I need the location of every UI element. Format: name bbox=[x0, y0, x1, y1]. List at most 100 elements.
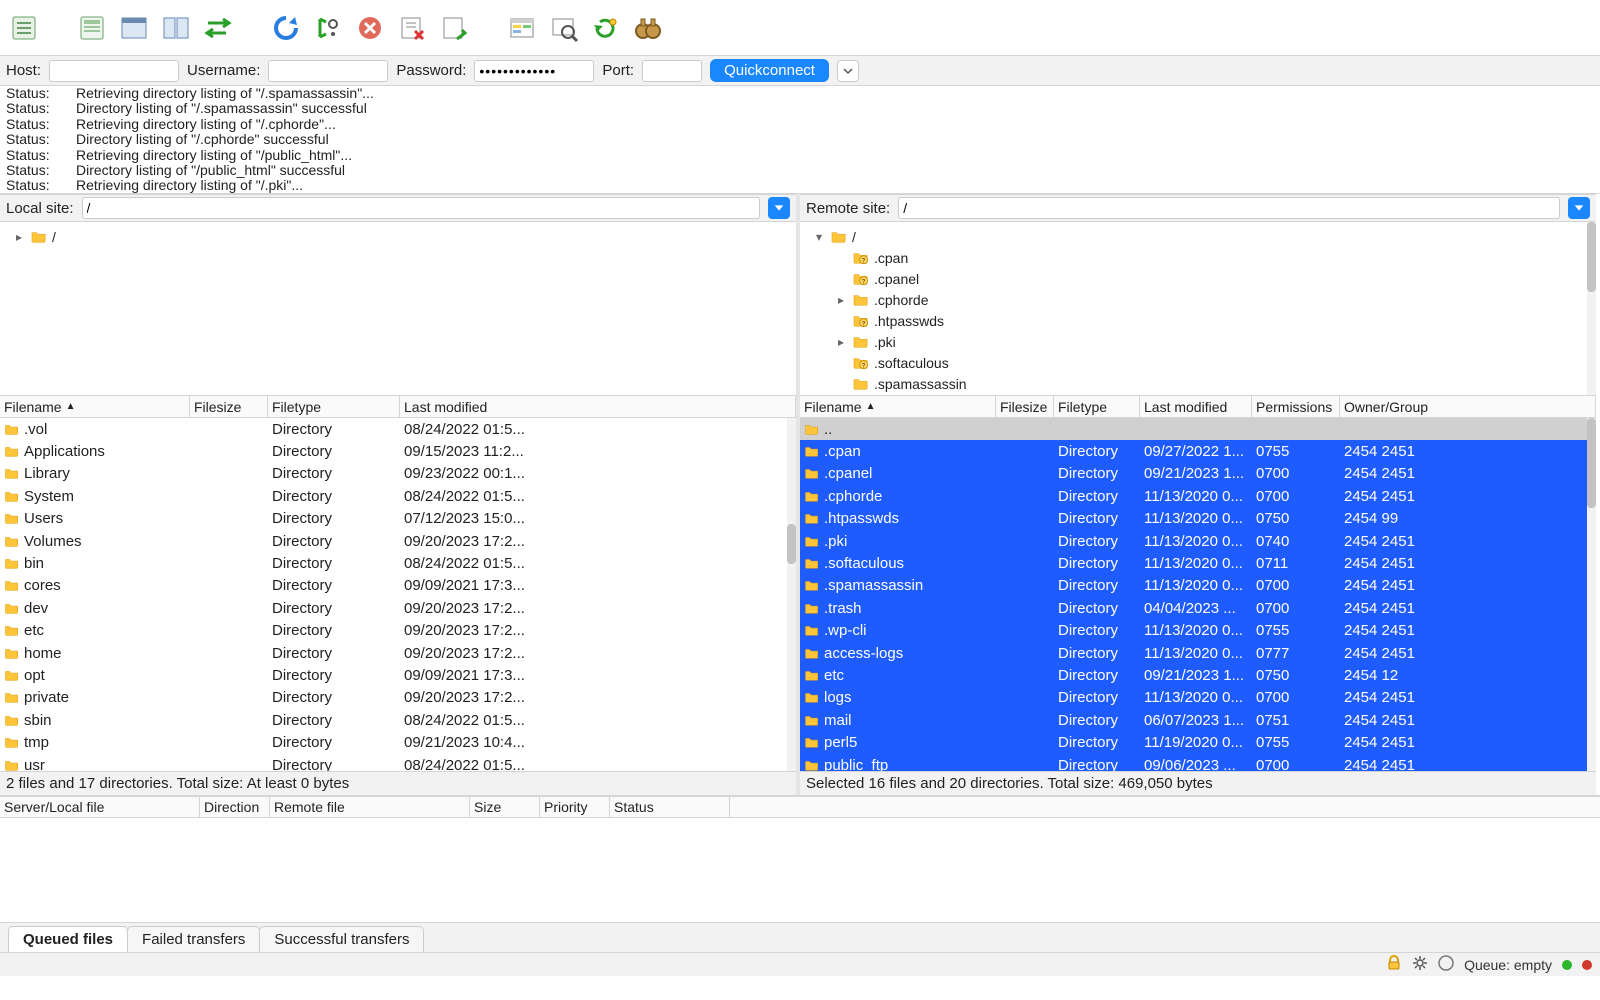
file-row[interactable]: public_ftpDirectory09/06/2023 ...0700245… bbox=[800, 754, 1596, 771]
file-row[interactable]: mailDirectory06/07/2023 1...07512454 245… bbox=[800, 709, 1596, 731]
file-row[interactable]: UsersDirectory07/12/2023 15:0... bbox=[0, 508, 796, 530]
binoculars-icon[interactable] bbox=[630, 10, 666, 46]
file-row[interactable]: devDirectory09/20/2023 17:2... bbox=[0, 597, 796, 619]
file-row[interactable]: optDirectory09/09/2021 17:3... bbox=[0, 664, 796, 686]
file-row[interactable]: perl5Directory11/19/2020 0...07552454 24… bbox=[800, 731, 1596, 753]
expand-toggle[interactable]: ▾ bbox=[812, 230, 826, 244]
password-input[interactable] bbox=[474, 60, 594, 82]
file-row[interactable]: .cpanDirectory09/27/2022 1...07552454 24… bbox=[800, 440, 1596, 462]
file-row[interactable]: .softaculousDirectory11/13/2020 0...0711… bbox=[800, 552, 1596, 574]
quickconnect-history-dropdown[interactable] bbox=[837, 60, 859, 82]
message-log[interactable]: Status:Retrieving directory listing of "… bbox=[0, 86, 1600, 194]
column-header[interactable]: Status bbox=[610, 797, 730, 817]
remote-file-list[interactable]: ...cpanDirectory09/27/2022 1...07552454 … bbox=[800, 418, 1596, 771]
file-row[interactable]: VolumesDirectory09/20/2023 17:2... bbox=[0, 530, 796, 552]
tree-item[interactable]: ▸.pki bbox=[804, 331, 1592, 352]
column-header[interactable]: Filetype bbox=[1054, 396, 1140, 417]
tree-item[interactable]: .spamassassin bbox=[804, 373, 1592, 394]
expand-toggle[interactable]: ▸ bbox=[834, 335, 848, 349]
queue-body[interactable] bbox=[0, 818, 1600, 922]
column-header[interactable]: Filetype bbox=[268, 396, 400, 417]
file-row[interactable]: .trashDirectory04/04/2023 ...07002454 24… bbox=[800, 597, 1596, 619]
reconnect-icon[interactable] bbox=[436, 10, 472, 46]
toggle-queue-icon[interactable] bbox=[200, 10, 236, 46]
column-header[interactable]: Filename▲ bbox=[0, 396, 190, 417]
search-icon[interactable] bbox=[546, 10, 582, 46]
cancel-icon[interactable] bbox=[352, 10, 388, 46]
local-path-input[interactable] bbox=[82, 197, 760, 219]
toggle-remote-tree-icon[interactable] bbox=[158, 10, 194, 46]
compare-icon[interactable] bbox=[504, 10, 540, 46]
toggle-log-icon[interactable] bbox=[74, 10, 110, 46]
file-row[interactable]: .pkiDirectory11/13/2020 0...07402454 245… bbox=[800, 530, 1596, 552]
remote-list-header[interactable]: Filename▲FilesizeFiletypeLast modifiedPe… bbox=[800, 396, 1596, 418]
column-header[interactable]: Remote file bbox=[270, 797, 470, 817]
sync-browse-icon[interactable] bbox=[588, 10, 624, 46]
column-header[interactable]: Filesize bbox=[996, 396, 1054, 417]
file-row[interactable]: tmpDirectory09/21/2023 10:4... bbox=[0, 731, 796, 753]
column-header[interactable]: Last modified bbox=[1140, 396, 1252, 417]
file-row[interactable]: LibraryDirectory09/23/2022 00:1... bbox=[0, 463, 796, 485]
file-row[interactable]: privateDirectory09/20/2023 17:2... bbox=[0, 687, 796, 709]
tree-item[interactable]: ▸/ bbox=[4, 226, 792, 247]
file-row[interactable]: etcDirectory09/21/2023 1...07502454 12 bbox=[800, 664, 1596, 686]
column-header[interactable]: Filesize bbox=[190, 396, 268, 417]
tree-item[interactable]: .softaculous bbox=[804, 352, 1592, 373]
file-row[interactable]: .cpanelDirectory09/21/2023 1...07002454 … bbox=[800, 463, 1596, 485]
local-path-dropdown[interactable] bbox=[768, 197, 790, 219]
gear-icon[interactable] bbox=[1412, 955, 1428, 974]
file-row[interactable]: coresDirectory09/09/2021 17:3... bbox=[0, 575, 796, 597]
column-header[interactable]: Priority bbox=[540, 797, 610, 817]
file-row[interactable]: usrDirectory08/24/2022 01:5... bbox=[0, 754, 796, 771]
column-header[interactable]: Permissions bbox=[1252, 396, 1340, 417]
file-row[interactable]: logsDirectory11/13/2020 0...07002454 245… bbox=[800, 687, 1596, 709]
file-row[interactable]: .htpasswdsDirectory11/13/2020 0...075024… bbox=[800, 508, 1596, 530]
pause-resume-icon[interactable] bbox=[1438, 955, 1454, 974]
queue-tab[interactable]: Queued files bbox=[8, 926, 128, 952]
refresh-icon[interactable] bbox=[268, 10, 304, 46]
file-row[interactable]: .spamassassinDirectory11/13/2020 0...070… bbox=[800, 575, 1596, 597]
username-input[interactable] bbox=[268, 60, 388, 82]
remote-path-input[interactable] bbox=[898, 197, 1560, 219]
file-row[interactable]: SystemDirectory08/24/2022 01:5... bbox=[0, 485, 796, 507]
tree-item[interactable]: .cpan bbox=[804, 247, 1592, 268]
column-header[interactable]: Server/Local file bbox=[0, 797, 200, 817]
file-row[interactable]: binDirectory08/24/2022 01:5... bbox=[0, 552, 796, 574]
column-header[interactable]: Direction bbox=[200, 797, 270, 817]
quickconnect-button[interactable]: Quickconnect bbox=[710, 59, 829, 82]
lock-icon[interactable] bbox=[1386, 955, 1402, 974]
port-input[interactable] bbox=[642, 60, 702, 82]
host-input[interactable] bbox=[49, 60, 179, 82]
parent-directory-row[interactable]: .. bbox=[800, 418, 1596, 440]
local-list-header[interactable]: Filename▲FilesizeFiletypeLast modified bbox=[0, 396, 796, 418]
remote-directory-tree[interactable]: ▾/.cpan.cpanel▸.cphorde.htpasswds▸.pki.s… bbox=[800, 222, 1596, 396]
local-file-list[interactable]: .volDirectory08/24/2022 01:5...Applicati… bbox=[0, 418, 796, 771]
expand-toggle[interactable]: ▸ bbox=[12, 230, 26, 244]
column-header[interactable]: Last modified bbox=[400, 396, 796, 417]
remote-path-dropdown[interactable] bbox=[1568, 197, 1590, 219]
queue-header[interactable]: Server/Local fileDirectionRemote fileSiz… bbox=[0, 796, 1600, 818]
file-row[interactable]: access-logsDirectory11/13/2020 0...07772… bbox=[800, 642, 1596, 664]
process-queue-icon[interactable] bbox=[310, 10, 346, 46]
tree-item[interactable]: .htpasswds bbox=[804, 310, 1592, 331]
column-header[interactable]: Filename▲ bbox=[800, 396, 996, 417]
file-row[interactable]: sbinDirectory08/24/2022 01:5... bbox=[0, 709, 796, 731]
file-row[interactable]: etcDirectory09/20/2023 17:2... bbox=[0, 620, 796, 642]
file-row[interactable]: ApplicationsDirectory09/15/2023 11:2... bbox=[0, 440, 796, 462]
column-header[interactable]: Size bbox=[470, 797, 540, 817]
tree-item[interactable]: .cpanel bbox=[804, 268, 1592, 289]
site-manager-icon[interactable] bbox=[6, 10, 42, 46]
toggle-local-tree-icon[interactable] bbox=[116, 10, 152, 46]
file-row[interactable]: .volDirectory08/24/2022 01:5... bbox=[0, 418, 796, 440]
queue-tab[interactable]: Successful transfers bbox=[259, 926, 424, 952]
file-row[interactable]: .wp-cliDirectory11/13/2020 0...07552454 … bbox=[800, 620, 1596, 642]
disconnect-icon[interactable] bbox=[394, 10, 430, 46]
file-row[interactable]: .cphordeDirectory11/13/2020 0...07002454… bbox=[800, 485, 1596, 507]
tree-item[interactable]: ▸.cphorde bbox=[804, 289, 1592, 310]
column-header[interactable]: Owner/Group bbox=[1340, 396, 1596, 417]
expand-toggle[interactable]: ▸ bbox=[834, 293, 848, 307]
file-row[interactable]: homeDirectory09/20/2023 17:2... bbox=[0, 642, 796, 664]
tree-item[interactable]: ▾/ bbox=[804, 226, 1592, 247]
queue-tab[interactable]: Failed transfers bbox=[127, 926, 260, 952]
local-directory-tree[interactable]: ▸/ bbox=[0, 222, 796, 396]
